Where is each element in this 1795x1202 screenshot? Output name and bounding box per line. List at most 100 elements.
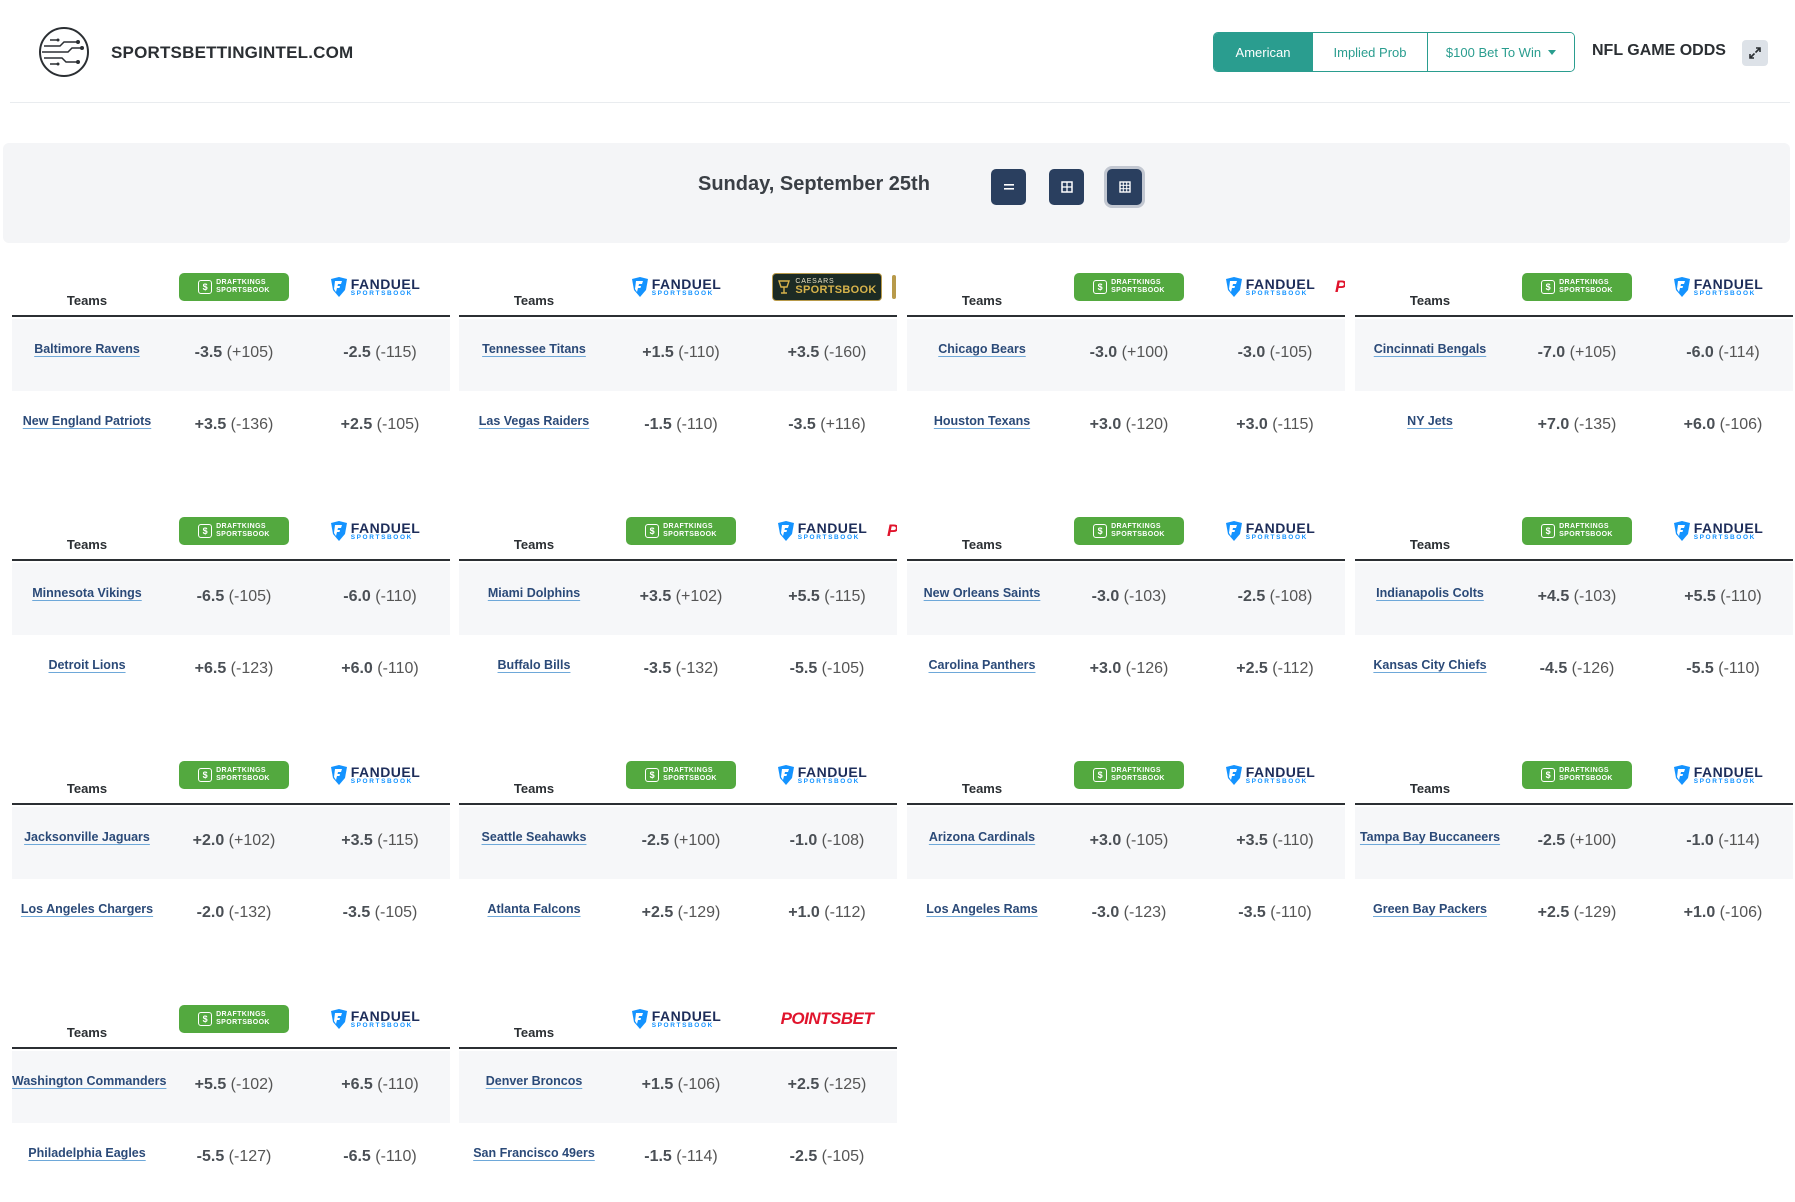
draftkings-logo[interactable]: $ DRAFTKINGS SPORTSBOOK <box>1074 517 1184 545</box>
next-sportsbook-logo[interactable]: P <box>1335 273 1345 301</box>
spread-odds-cell[interactable]: +6.0 (-106) <box>1658 416 1788 434</box>
spread-odds-cell[interactable]: +2.5 (-129) <box>1512 904 1642 922</box>
draftkings-logo[interactable]: $ DRAFTKINGS SPORTSBOOK <box>1074 761 1184 789</box>
implied-prob-format-button[interactable]: Implied Prob <box>1313 33 1428 71</box>
team-link[interactable]: New Orleans Saints <box>907 586 1057 600</box>
spread-odds-cell[interactable]: +3.5 (+102) <box>616 588 746 606</box>
pointsbet-logo[interactable]: POINTSBET <box>772 1005 882 1033</box>
spread-odds-cell[interactable]: +3.5 (-160) <box>762 344 892 362</box>
spread-odds-cell[interactable]: +6.5 (-110) <box>315 1076 445 1094</box>
spread-odds-cell[interactable]: -3.5 (-132) <box>616 660 746 678</box>
site-name[interactable]: SPORTSBETTINGINTEL.COM <box>111 43 353 63</box>
spread-odds-cell[interactable]: -7.0 (+105) <box>1512 344 1642 362</box>
spread-odds-cell[interactable]: -3.0 (-123) <box>1064 904 1194 922</box>
draftkings-logo[interactable]: $ DRAFTKINGS SPORTSBOOK <box>179 1005 289 1033</box>
fanduel-logo[interactable]: FANDUEL SPORTSBOOK <box>325 517 425 545</box>
spread-odds-cell[interactable]: +3.0 (-120) <box>1064 416 1194 434</box>
american-format-button[interactable]: American <box>1214 33 1313 71</box>
fanduel-logo[interactable]: FANDUEL SPORTSBOOK <box>325 273 425 301</box>
spread-odds-cell[interactable]: -6.5 (-105) <box>169 588 299 606</box>
expand-button[interactable] <box>1742 40 1768 66</box>
spread-odds-cell[interactable]: +5.5 (-110) <box>1658 588 1788 606</box>
spread-odds-cell[interactable]: -3.5 (-110) <box>1210 904 1340 922</box>
spread-odds-cell[interactable]: +3.5 (-110) <box>1210 832 1340 850</box>
fanduel-logo[interactable]: FANDUEL SPORTSBOOK <box>1668 761 1768 789</box>
grid-view-button[interactable] <box>1049 169 1084 205</box>
team-link[interactable]: Indianapolis Colts <box>1355 586 1505 600</box>
spread-odds-cell[interactable]: -1.5 (-110) <box>616 416 746 434</box>
spread-odds-cell[interactable]: -6.0 (-114) <box>1658 344 1788 362</box>
spread-odds-cell[interactable]: +5.5 (-115) <box>762 588 892 606</box>
fanduel-logo[interactable]: FANDUEL SPORTSBOOK <box>1668 273 1768 301</box>
team-link[interactable]: Minnesota Vikings <box>12 586 162 600</box>
team-link[interactable]: New England Patriots <box>12 414 162 428</box>
spread-odds-cell[interactable]: -2.0 (-132) <box>169 904 299 922</box>
team-link[interactable]: Los Angeles Rams <box>907 902 1057 916</box>
team-link[interactable]: Jacksonville Jaguars <box>12 830 162 844</box>
team-link[interactable]: Denver Broncos <box>459 1074 609 1088</box>
spread-odds-cell[interactable]: -6.5 (-110) <box>315 1148 445 1166</box>
draftkings-logo[interactable]: $ DRAFTKINGS SPORTSBOOK <box>1522 273 1632 301</box>
draftkings-logo[interactable]: $ DRAFTKINGS SPORTSBOOK <box>179 273 289 301</box>
spread-odds-cell[interactable]: -1.0 (-108) <box>762 832 892 850</box>
spread-odds-cell[interactable]: -2.5 (-105) <box>762 1148 892 1166</box>
draftkings-logo[interactable]: $ DRAFTKINGS SPORTSBOOK <box>626 517 736 545</box>
spread-odds-cell[interactable]: +3.5 (-115) <box>315 832 445 850</box>
spread-odds-cell[interactable]: +2.5 (-105) <box>315 416 445 434</box>
circuit-logo-icon[interactable] <box>38 26 90 78</box>
team-link[interactable]: Seattle Seahawks <box>459 830 609 844</box>
spread-odds-cell[interactable]: -1.0 (-114) <box>1658 832 1788 850</box>
spread-odds-cell[interactable]: +2.5 (-129) <box>616 904 746 922</box>
spread-odds-cell[interactable]: +2.5 (-112) <box>1210 660 1340 678</box>
bet-to-win-dropdown[interactable]: $100 Bet To Win <box>1428 33 1574 71</box>
fanduel-logo[interactable]: FANDUEL SPORTSBOOK <box>772 517 872 545</box>
team-link[interactable]: Las Vegas Raiders <box>459 414 609 428</box>
spread-odds-cell[interactable]: -5.5 (-110) <box>1658 660 1788 678</box>
fanduel-logo[interactable]: FANDUEL SPORTSBOOK <box>1220 517 1320 545</box>
draftkings-logo[interactable]: $ DRAFTKINGS SPORTSBOOK <box>626 761 736 789</box>
draftkings-logo[interactable]: $ DRAFTKINGS SPORTSBOOK <box>1074 273 1184 301</box>
draftkings-logo[interactable]: $ DRAFTKINGS SPORTSBOOK <box>1522 761 1632 789</box>
draftkings-logo[interactable]: $ DRAFTKINGS SPORTSBOOK <box>179 761 289 789</box>
spread-odds-cell[interactable]: -3.5 (+105) <box>169 344 299 362</box>
spread-odds-cell[interactable]: -5.5 (-127) <box>169 1148 299 1166</box>
team-link[interactable]: Carolina Panthers <box>907 658 1057 672</box>
spread-odds-cell[interactable]: -4.5 (-126) <box>1512 660 1642 678</box>
spread-odds-cell[interactable]: -3.0 (+100) <box>1064 344 1194 362</box>
spread-odds-cell[interactable]: +1.0 (-112) <box>762 904 892 922</box>
team-link[interactable]: Chicago Bears <box>907 342 1057 356</box>
fanduel-logo[interactable]: FANDUEL SPORTSBOOK <box>626 1005 726 1033</box>
fanduel-logo[interactable]: FANDUEL SPORTSBOOK <box>772 761 872 789</box>
team-link[interactable]: NY Jets <box>1355 414 1505 428</box>
next-sportsbook-logo[interactable] <box>892 273 897 301</box>
spread-odds-cell[interactable]: -3.0 (-103) <box>1064 588 1194 606</box>
team-link[interactable]: Washington Commanders <box>12 1074 166 1088</box>
team-link[interactable]: Baltimore Ravens <box>12 342 162 356</box>
team-link[interactable]: Miami Dolphins <box>459 586 609 600</box>
team-link[interactable]: Atlanta Falcons <box>459 902 609 916</box>
spread-odds-cell[interactable]: -2.5 (+100) <box>616 832 746 850</box>
spread-odds-cell[interactable]: +1.5 (-110) <box>616 344 746 362</box>
fanduel-logo[interactable]: FANDUEL SPORTSBOOK <box>325 1005 425 1033</box>
spread-odds-cell[interactable]: -1.5 (-114) <box>616 1148 746 1166</box>
spread-odds-cell[interactable]: -3.5 (+116) <box>762 416 892 434</box>
caesars-logo[interactable]: CAESARS SPORTSBOOK <box>772 273 882 301</box>
team-link[interactable]: Houston Texans <box>907 414 1057 428</box>
spread-odds-cell[interactable]: -2.5 (-108) <box>1210 588 1340 606</box>
fanduel-logo[interactable]: FANDUEL SPORTSBOOK <box>1220 273 1320 301</box>
team-link[interactable]: Detroit Lions <box>12 658 162 672</box>
spread-odds-cell[interactable]: +3.0 (-105) <box>1064 832 1194 850</box>
spread-odds-cell[interactable]: +6.5 (-123) <box>169 660 299 678</box>
spread-odds-cell[interactable]: +7.0 (-135) <box>1512 416 1642 434</box>
table-view-button[interactable] <box>1107 169 1142 205</box>
spread-odds-cell[interactable]: +3.0 (-126) <box>1064 660 1194 678</box>
team-link[interactable]: San Francisco 49ers <box>459 1146 609 1160</box>
fanduel-logo[interactable]: FANDUEL SPORTSBOOK <box>325 761 425 789</box>
team-link[interactable]: Green Bay Packers <box>1355 902 1505 916</box>
spread-odds-cell[interactable]: -2.5 (+100) <box>1512 832 1642 850</box>
team-link[interactable]: Tennessee Titans <box>459 342 609 356</box>
team-link[interactable]: Cincinnati Bengals <box>1355 342 1505 356</box>
spread-odds-cell[interactable]: +2.0 (+102) <box>169 832 299 850</box>
team-link[interactable]: Tampa Bay Buccaneers <box>1355 830 1505 844</box>
team-link[interactable]: Buffalo Bills <box>459 658 609 672</box>
